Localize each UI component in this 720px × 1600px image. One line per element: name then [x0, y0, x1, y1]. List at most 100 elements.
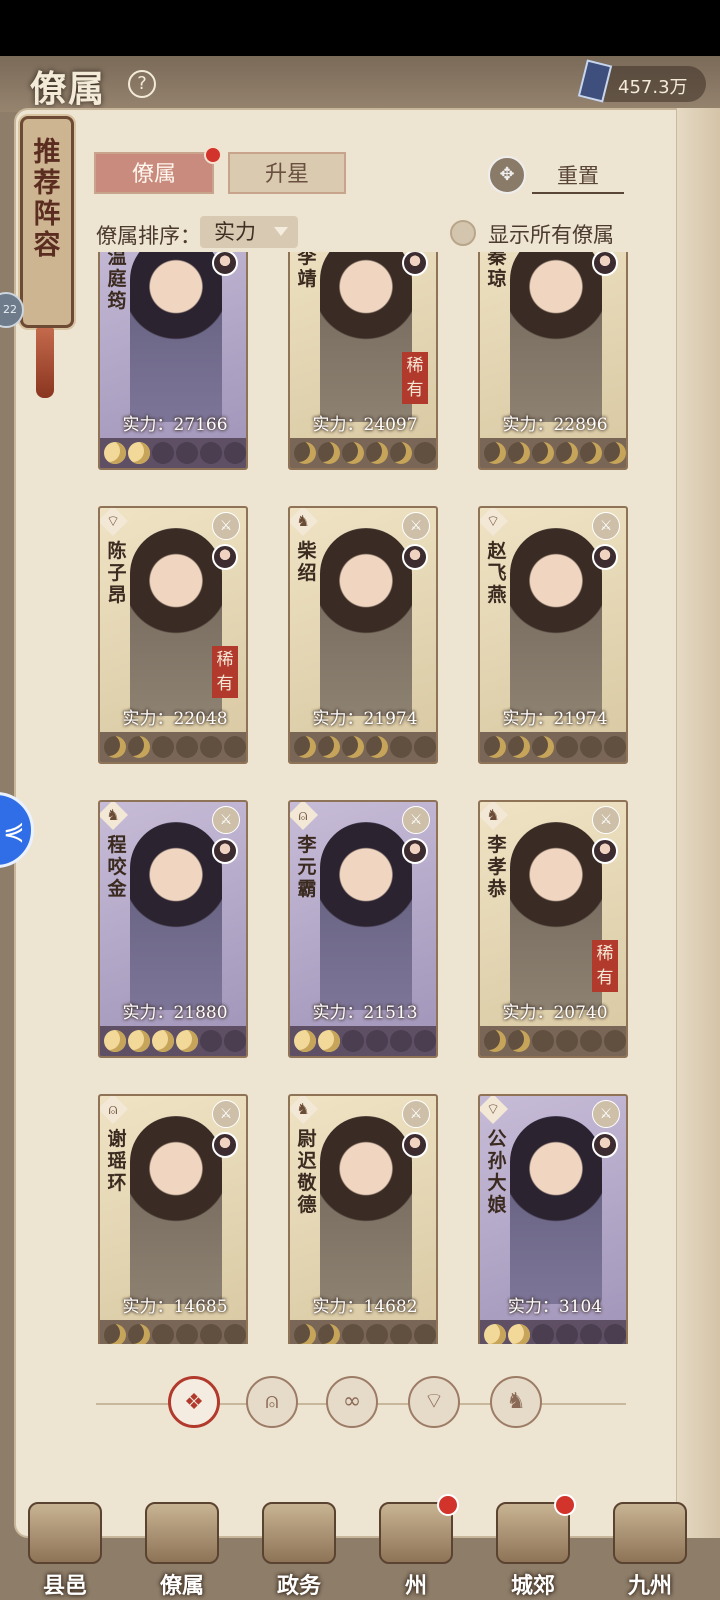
subordinate-card[interactable]: ⌔ ⚔ 赵飞燕 实力：21974	[478, 506, 628, 764]
portrait-image	[130, 1116, 222, 1304]
sword-slot-icon[interactable]: ⚔	[212, 1100, 240, 1128]
chevron-down-icon	[274, 227, 288, 236]
subordinate-card[interactable]: ♞ ⚔ 柴绍 实力：21974	[288, 506, 438, 764]
filter-bell-icon[interactable]: ⍝	[246, 1376, 298, 1428]
subordinate-card[interactable]: ⌔ ⚔ 公孙大娘 实力：3104	[478, 1094, 628, 1344]
moon-star-icon	[104, 1324, 126, 1344]
avatar[interactable]	[402, 544, 428, 570]
moon-star-icon	[200, 736, 222, 758]
moon-star-icon	[294, 736, 316, 758]
power-value: 实力：24097	[312, 415, 418, 435]
filter-gourd-icon[interactable]: ∞	[326, 1376, 378, 1428]
avatar[interactable]	[592, 1132, 618, 1158]
nav-label: 政务	[276, 1573, 321, 1599]
help-icon[interactable]: ?	[128, 70, 156, 98]
fan-icon: ⌔	[480, 1096, 508, 1124]
nav-item[interactable]: 政务	[244, 1486, 354, 1600]
rarity-badge: 稀有	[402, 352, 428, 404]
subordinate-card[interactable]: ♞ ⚔ 程咬金 实力：21880	[98, 800, 248, 1058]
avatar[interactable]	[592, 838, 618, 864]
currency-display[interactable]: 457.3万	[577, 59, 706, 103]
power-value: 实力：21513	[312, 1003, 418, 1023]
sword-slot-icon[interactable]: ⚔	[592, 1100, 620, 1128]
moon-star-icon	[342, 1324, 364, 1344]
avatar[interactable]	[212, 252, 238, 276]
subordinate-card[interactable]: ♞ ⚔ 李孝恭 稀有 实力：20740	[478, 800, 628, 1058]
moon-star-icon	[532, 736, 554, 758]
nav-item[interactable]: 城郊	[478, 1486, 588, 1600]
moon-star-icon	[152, 442, 174, 464]
moon-star-icon	[390, 442, 412, 464]
moon-star-icon	[366, 736, 388, 758]
moon-star-icon	[318, 736, 340, 758]
moon-star-icon	[604, 1324, 626, 1344]
subordinate-card[interactable]: ⍝ ⚔ 谢瑶环 实力：14685	[98, 1094, 248, 1344]
moon-star-icon	[128, 1030, 150, 1052]
avatar[interactable]	[402, 252, 428, 276]
subordinate-card[interactable]: ⌔⚔秦琼实力：22896	[478, 252, 628, 470]
moon-star-icon	[604, 442, 626, 464]
moon-star-icon	[176, 736, 198, 758]
avatar[interactable]	[212, 1132, 238, 1158]
tab-upgrade-star[interactable]: 升星	[228, 152, 346, 194]
subordinate-name: 李元霸	[297, 834, 317, 900]
tassel-decoration	[36, 328, 54, 398]
moon-star-icon	[224, 1324, 246, 1344]
moon-star-icon	[532, 1324, 554, 1344]
page-title: 僚属	[30, 68, 107, 110]
top-bar: 僚属 ? 457.3万	[0, 56, 720, 112]
power-value: 实力：21974	[502, 709, 608, 729]
nav-item[interactable]: 僚属	[127, 1486, 237, 1600]
moon-star-icon	[604, 736, 626, 758]
reset-button[interactable]: ✥ 重置	[488, 156, 628, 194]
nav-item[interactable]: 九州	[595, 1486, 705, 1600]
sword-slot-icon[interactable]: ⚔	[592, 512, 620, 540]
moon-star-icon	[580, 1030, 602, 1052]
rarity-badge: 稀有	[212, 646, 238, 698]
subordinate-card[interactable]: ⌔⚔温庭筠实力：27166	[98, 252, 248, 470]
power-value: 实力：27166	[122, 415, 228, 435]
subordinate-card[interactable]: ♞ ⚔ 尉迟敬德 实力：14682	[288, 1094, 438, 1344]
avatar[interactable]	[592, 252, 618, 276]
show-all-radio[interactable]	[450, 220, 476, 246]
avatar[interactable]	[212, 838, 238, 864]
avatar[interactable]	[402, 838, 428, 864]
sort-label: 僚属排序：	[96, 224, 201, 248]
moon-star-icon	[200, 442, 222, 464]
avatar[interactable]	[402, 1132, 428, 1158]
subordinate-name: 温庭筠	[107, 252, 127, 312]
filter-fan-icon[interactable]: ⌔	[408, 1376, 460, 1428]
moon-star-icon	[318, 1324, 340, 1344]
sword-slot-icon[interactable]: ⚔	[212, 512, 240, 540]
tab-upgrade-star-label: 升星	[264, 162, 309, 187]
nav-item[interactable]: 县邑	[10, 1486, 120, 1600]
moon-star-icon	[508, 1324, 530, 1344]
avatar[interactable]	[212, 544, 238, 570]
subordinate-name: 秦琼	[487, 252, 507, 290]
nav-item[interactable]: 州	[361, 1486, 471, 1600]
power-value: 实力：14685	[122, 1297, 228, 1317]
moon-star-icon	[104, 1030, 126, 1052]
subordinate-card[interactable]: ⍝ ⚔ 李元霸实力：21513	[288, 800, 438, 1058]
filter-tiger-icon[interactable]: ♞	[490, 1376, 542, 1428]
sword-slot-icon[interactable]: ⚔	[402, 512, 430, 540]
sword-slot-icon[interactable]: ⚔	[212, 806, 240, 834]
sort-dropdown[interactable]: 实力	[200, 216, 298, 248]
subordinate-card[interactable]: ⌔ ⚔ 陈子昂 稀有 实力：22048	[98, 506, 248, 764]
sword-slot-icon[interactable]: ⚔	[402, 1100, 430, 1128]
star-rating	[290, 438, 436, 468]
subordinate-name: 程咬金	[107, 834, 127, 900]
moon-star-icon	[390, 1030, 412, 1052]
sword-slot-icon[interactable]: ⚔	[592, 806, 620, 834]
moon-star-icon	[556, 1030, 578, 1052]
sword-slot-icon[interactable]: ⚔	[402, 806, 430, 834]
filter-all-icon[interactable]: ❖	[168, 1376, 220, 1428]
moon-star-icon	[176, 1030, 198, 1052]
bell-icon: ⍝	[290, 802, 318, 830]
moon-star-icon	[556, 1324, 578, 1344]
moon-star-icon	[366, 1324, 388, 1344]
portrait-image	[510, 252, 602, 422]
tab-subordinates[interactable]: 僚属	[94, 146, 222, 194]
avatar[interactable]	[592, 544, 618, 570]
subordinate-card[interactable]: ⌔⚔李靖稀有实力：24097	[288, 252, 438, 470]
